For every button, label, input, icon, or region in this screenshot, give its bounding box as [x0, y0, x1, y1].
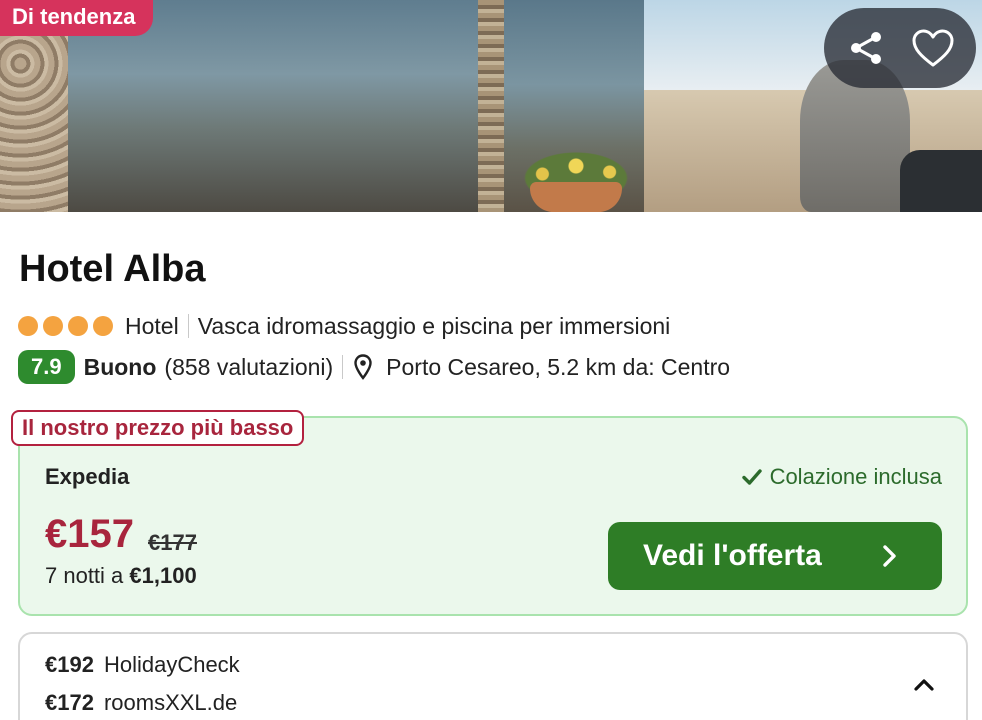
total-price-line: 7 notti a €1,100: [45, 563, 197, 589]
trending-badge: Di tendenza: [0, 0, 154, 36]
photo-car: [900, 150, 982, 212]
offer-provider: Expedia: [45, 464, 130, 489]
nights-prefix: 7 notti a: [45, 563, 124, 588]
star-rating: [18, 316, 113, 336]
chevron-right-icon: [883, 545, 896, 567]
star-dot: [43, 316, 63, 336]
photo-pot: [530, 182, 622, 212]
collapse-offers-button[interactable]: [908, 670, 940, 700]
share-icon: [851, 32, 881, 64]
view-offer-button[interactable]: Vedi l'offerta: [608, 522, 942, 590]
star-dot: [68, 316, 88, 336]
other-offer-price: €192: [45, 652, 94, 677]
lowest-price-label: Il nostro prezzo più basso: [11, 410, 305, 446]
photo-pillar: [478, 0, 504, 212]
review-count[interactable]: (858 valutazioni): [164, 354, 333, 381]
view-offer-label: Vedi l'offerta: [643, 539, 822, 572]
hotel-feature: Vasca idromassaggio e piscina per immers…: [197, 312, 671, 339]
hotel-location[interactable]: Porto Cesareo, 5.2 km da: Centro: [386, 354, 730, 381]
heart-icon: [912, 29, 954, 67]
breakfast-included: Colazione inclusa: [741, 464, 942, 490]
divider: [342, 355, 344, 379]
rating-location-row: 7.9 Buono (858 valutazioni) Porto Cesare…: [18, 349, 730, 385]
score-badge: 7.9: [18, 350, 75, 384]
total-price: €1,100: [129, 563, 197, 588]
other-offer-provider: HolidayCheck: [103, 652, 240, 677]
other-offer-row[interactable]: €172 roomsXXL.de: [45, 690, 237, 716]
star-dot: [93, 316, 113, 336]
hotel-name[interactable]: Hotel Alba: [19, 248, 206, 291]
image-actions: [824, 8, 976, 88]
check-icon: [741, 469, 762, 485]
hotel-type: Hotel: [125, 312, 179, 339]
other-offer-price: €172: [45, 690, 94, 715]
original-price: €177: [148, 530, 197, 555]
chevron-up-icon: [914, 679, 934, 691]
rating-word: Buono: [83, 353, 157, 380]
favorite-button[interactable]: [905, 20, 961, 76]
share-button[interactable]: [839, 20, 895, 76]
perk-label: Colazione inclusa: [769, 464, 942, 489]
map-pin-icon: [354, 354, 372, 380]
other-offer-provider: roomsXXL.de: [103, 690, 238, 715]
star-dot: [18, 316, 38, 336]
hotel-meta: Hotel Vasca idromassaggio e piscina per …: [18, 312, 670, 340]
divider: [187, 314, 189, 338]
other-offer-row[interactable]: €192 HolidayCheck: [45, 652, 240, 678]
offer-price: €157: [45, 512, 134, 556]
